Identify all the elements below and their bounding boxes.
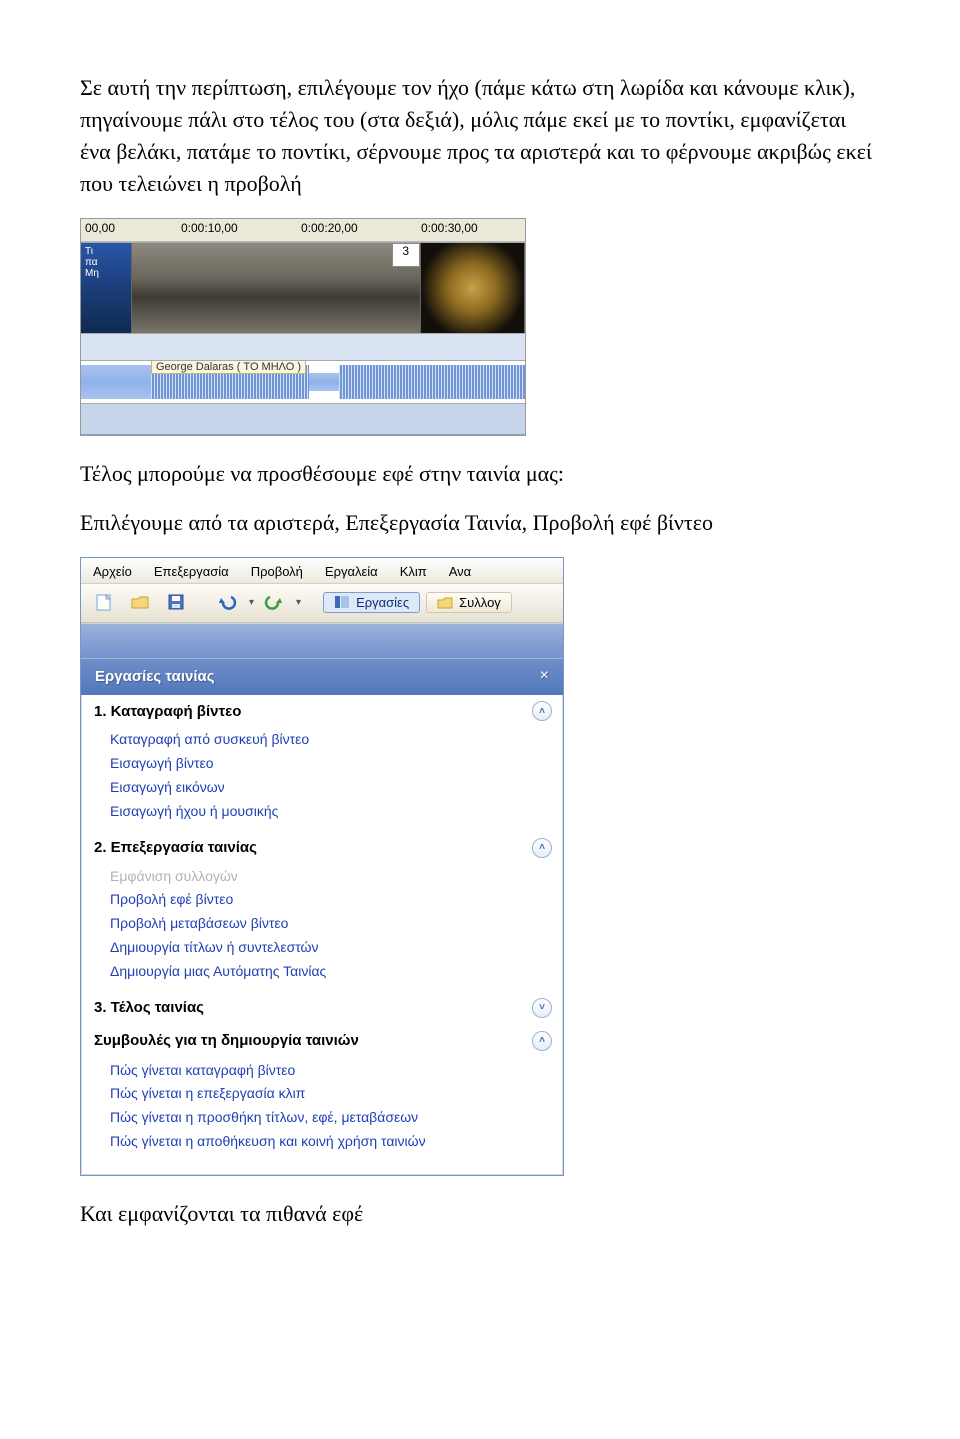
tips-title: Συμβουλές για τη δημιουργία ταινιών xyxy=(94,1032,359,1049)
paragraph-intro: Σε αυτή την περίπτωση, επιλέγουμε τον ήχ… xyxy=(80,72,880,200)
clip-text: Τι xyxy=(85,246,127,257)
collections-button[interactable]: Συλλογ xyxy=(426,592,512,613)
clip-overlay-number: 3 xyxy=(392,243,420,267)
pane-title-text: Εργασίες ταινίας xyxy=(95,668,215,685)
chevron-up-icon[interactable]: ˄ xyxy=(532,701,552,721)
menu-view[interactable]: Προβολή xyxy=(251,564,303,579)
link-video-transitions[interactable]: Προβολή μεταβάσεων βίντεο xyxy=(110,912,550,936)
link-automovie[interactable]: Δημιουργία μιας Αυτόματης Ταινίας xyxy=(110,960,550,984)
paragraph-effects: Τέλος μπορούμε να προσθέσουμε εφέ στην τ… xyxy=(80,458,880,490)
section-edit-movie[interactable]: 2. Επεξεργασία ταινίας ˄ xyxy=(82,832,562,861)
menu-play[interactable]: Ανα xyxy=(449,564,471,579)
video-clip-2[interactable]: 3 xyxy=(132,243,421,333)
music-track[interactable] xyxy=(81,404,525,435)
link-show-collections: Εμφάνιση συλλογών xyxy=(110,865,550,889)
chevron-down-icon[interactable]: ˅ xyxy=(532,998,552,1018)
section-finish-movie[interactable]: 3. Τέλος ταινίας ˅ xyxy=(82,992,562,1021)
chevron-up-icon[interactable]: ˄ xyxy=(532,1031,552,1051)
audio-clip-label: George Dalaras ( ΤΟ ΜΗΛΟ ) xyxy=(151,361,306,374)
open-project-button[interactable] xyxy=(125,588,155,616)
link-titles-credits[interactable]: Δημιουργία τίτλων ή συντελεστών xyxy=(110,936,550,960)
tasks-icon xyxy=(334,595,350,609)
toolbar: ▾ ▾ Εργασίες Συλλογ xyxy=(81,583,563,623)
clip-text: πα xyxy=(85,257,127,268)
tip-save[interactable]: Πώς γίνεται η αποθήκευση και κοινή χρήση… xyxy=(110,1130,550,1154)
tip-capture[interactable]: Πώς γίνεται καταγραφή βίντεο xyxy=(110,1059,550,1083)
ruler-tick: 0:00:30,00 xyxy=(421,221,478,235)
paragraph-result: Και εμφανίζονται τα πιθανά εφέ xyxy=(80,1198,880,1230)
video-track[interactable]: Τι πα Μη 3 xyxy=(81,242,525,334)
header-band xyxy=(81,623,563,658)
new-project-button[interactable] xyxy=(89,588,119,616)
menu-edit[interactable]: Επεξεργασία xyxy=(154,564,229,579)
collections-label: Συλλογ xyxy=(459,595,501,610)
link-import-video[interactable]: Εισαγωγή βίντεο xyxy=(110,752,550,776)
clip-text: Μη xyxy=(85,268,127,279)
undo-button[interactable] xyxy=(213,588,243,616)
folder-icon xyxy=(437,595,453,609)
menubar: Αρχείο Επεξεργασία Προβολή Εργαλεία Κλιπ… xyxy=(81,558,563,583)
section-title: 3. Τέλος ταινίας xyxy=(94,999,204,1016)
menu-file[interactable]: Αρχείο xyxy=(93,564,132,579)
moviemaker-pane: Αρχείο Επεξεργασία Προβολή Εργαλεία Κλιπ… xyxy=(80,557,564,1175)
save-button[interactable] xyxy=(161,588,191,616)
section-title: 1. Καταγραφή βίντεο xyxy=(94,703,241,720)
ruler-tick: 0:00:10,00 xyxy=(181,221,238,235)
timeline-ruler: 00,00 0:00:10,00 0:00:20,00 0:00:30,00 xyxy=(81,219,525,242)
paragraph-select: Επιλέγουμε από τα αριστερά, Επεξεργασία … xyxy=(80,507,880,539)
section-capture-video[interactable]: 1. Καταγραφή βίντεο ˄ xyxy=(82,695,562,724)
menu-clip[interactable]: Κλιπ xyxy=(400,564,427,579)
link-import-audio[interactable]: Εισαγωγή ήχου ή μουσικής xyxy=(110,800,550,824)
video-clip-1[interactable]: Τι πα Μη xyxy=(81,243,132,333)
chevron-up-icon[interactable]: ˄ xyxy=(532,838,552,858)
ruler-tick: 0:00:20,00 xyxy=(301,221,358,235)
link-capture-device[interactable]: Καταγραφή από συσκευή βίντεο xyxy=(110,728,550,752)
tasks-button[interactable]: Εργασίες xyxy=(323,592,420,613)
menu-tools[interactable]: Εργαλεία xyxy=(325,564,378,579)
link-import-images[interactable]: Εισαγωγή εικόνων xyxy=(110,776,550,800)
section-tips[interactable]: Συμβουλές για τη δημιουργία ταινιών ˄ xyxy=(82,1021,562,1055)
ruler-tick: 00,00 xyxy=(85,221,115,235)
link-video-effects[interactable]: Προβολή εφέ βίντεο xyxy=(110,888,550,912)
audio-track[interactable]: George Dalaras ( ΤΟ ΜΗΛΟ ) xyxy=(81,361,525,404)
tasks-label: Εργασίες xyxy=(356,595,409,610)
transition-track[interactable] xyxy=(81,334,525,361)
timeline-figure: 00,00 0:00:10,00 0:00:20,00 0:00:30,00 Τ… xyxy=(80,218,526,436)
section-title: 2. Επεξεργασία ταινίας xyxy=(94,839,257,856)
pane-title-bar: Εργασίες ταινίας × xyxy=(81,658,563,695)
tip-edit[interactable]: Πώς γίνεται η επεξεργασία κλιπ xyxy=(110,1082,550,1106)
close-icon[interactable]: × xyxy=(540,667,549,685)
tip-titles[interactable]: Πώς γίνεται η προσθήκη τίτλων, εφέ, μετα… xyxy=(110,1106,550,1130)
redo-button[interactable] xyxy=(260,588,290,616)
video-clip-3[interactable] xyxy=(421,243,525,333)
